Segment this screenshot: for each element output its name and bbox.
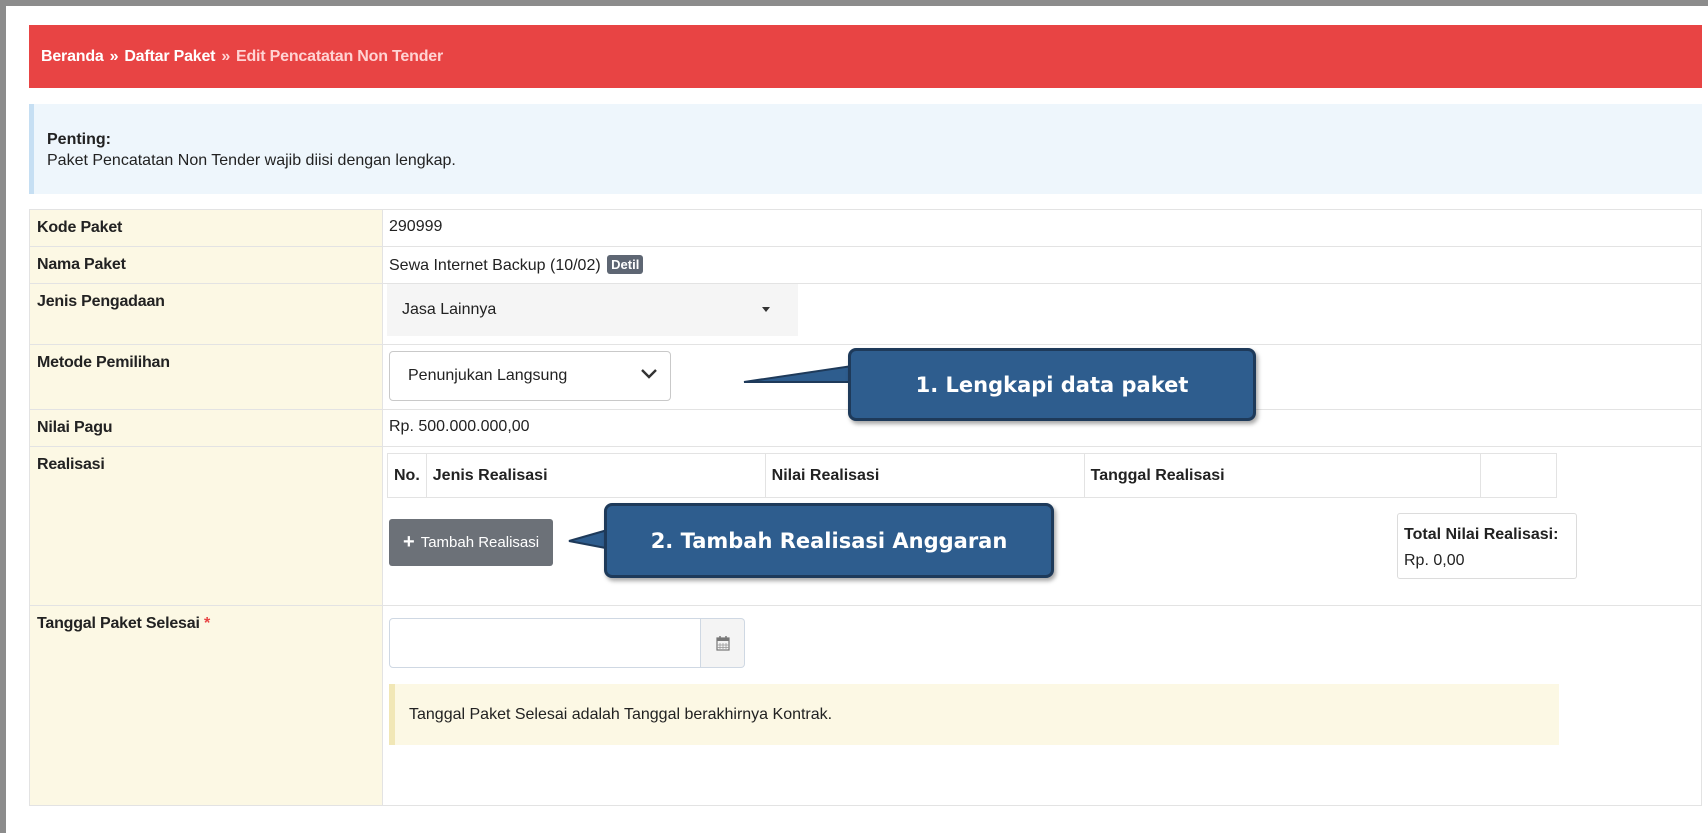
date-picker <box>389 618 1695 668</box>
kode-paket-value: 290999 <box>382 209 1702 247</box>
breadcrumb-daftar-paket[interactable]: Daftar Paket <box>124 48 215 66</box>
metode-pemilihan-value: Penunjukan Langsung <box>408 367 568 384</box>
callout-pointer-1 <box>743 364 853 383</box>
metode-pemilihan-select[interactable]: Penunjukan Langsung <box>389 351 671 401</box>
nama-paket-cell: Sewa Internet Backup (10/02) Detil <box>382 246 1702 284</box>
tanggal-selesai-cell: Tanggal Paket Selesai adalah Tanggal ber… <box>382 605 1702 806</box>
tanggal-selesai-input[interactable] <box>389 618 701 668</box>
nilai-pagu-label: Nilai Pagu <box>29 409 383 447</box>
detil-badge[interactable]: Detil <box>607 255 644 274</box>
column-header-jenis: Jenis Realisasi <box>425 453 766 498</box>
calendar-icon[interactable] <box>701 618 745 668</box>
breadcrumb-home[interactable]: Beranda <box>41 48 104 66</box>
total-realisasi-label: Total Nilai Realisasi: <box>1404 526 1559 543</box>
tambah-realisasi-button[interactable]: + Tambah Realisasi <box>389 519 554 566</box>
total-realisasi-value: Rp. 0,00 <box>1404 552 1465 569</box>
column-header-no: No. <box>387 453 427 498</box>
realisasi-label: Realisasi <box>29 446 383 606</box>
callout-step-1: 1. Lengkapi data paket <box>848 348 1256 421</box>
nama-paket-label: Nama Paket <box>29 246 383 284</box>
tanggal-selesai-label: Tanggal Paket Selesai <box>37 615 200 632</box>
plus-icon: + <box>403 531 415 553</box>
breadcrumb: Beranda » Daftar Paket » Edit Pencatatan… <box>29 25 1702 88</box>
chevron-down-icon <box>640 367 658 386</box>
tambah-realisasi-label: Tambah Realisasi <box>420 534 540 551</box>
breadcrumb-separator: » <box>221 47 231 65</box>
kode-paket-label: Kode Paket <box>29 209 383 247</box>
jenis-pengadaan-select[interactable]: Jasa Lainnya <box>387 284 798 336</box>
alert-text: Paket Pencatatan Non Tender wajib diisi … <box>47 152 456 169</box>
info-alert: Penting: Paket Pencatatan Non Tender waj… <box>29 104 1702 194</box>
column-header-actions <box>1480 453 1557 498</box>
tanggal-selesai-hint: Tanggal Paket Selesai adalah Tanggal ber… <box>389 684 1559 745</box>
metode-pemilihan-label: Metode Pemilihan <box>29 344 383 410</box>
caret-down-icon <box>762 307 770 312</box>
alert-title: Penting: <box>47 131 111 148</box>
column-header-nilai: Nilai Realisasi <box>764 453 1085 498</box>
jenis-pengadaan-cell: Jasa Lainnya <box>382 283 1702 345</box>
callout-step-2: 2. Tambah Realisasi Anggaran <box>604 503 1054 578</box>
column-header-tanggal: Tanggal Realisasi <box>1083 453 1482 498</box>
breadcrumb-separator: » <box>109 47 119 65</box>
total-realisasi-box: Total Nilai Realisasi: Rp. 0,00 <box>1397 513 1577 579</box>
breadcrumb-current: Edit Pencatatan Non Tender <box>236 47 443 65</box>
nama-paket-value: Sewa Internet Backup (10/02) <box>389 257 601 274</box>
required-asterisk: * <box>203 615 210 632</box>
tanggal-selesai-label-cell: Tanggal Paket Selesai * <box>29 605 383 806</box>
jenis-pengadaan-label: Jenis Pengadaan <box>29 283 383 345</box>
realisasi-table: No. Jenis Realisasi Nilai Realisasi Tang… <box>387 453 1557 498</box>
jenis-pengadaan-value: Jasa Lainnya <box>402 301 497 318</box>
